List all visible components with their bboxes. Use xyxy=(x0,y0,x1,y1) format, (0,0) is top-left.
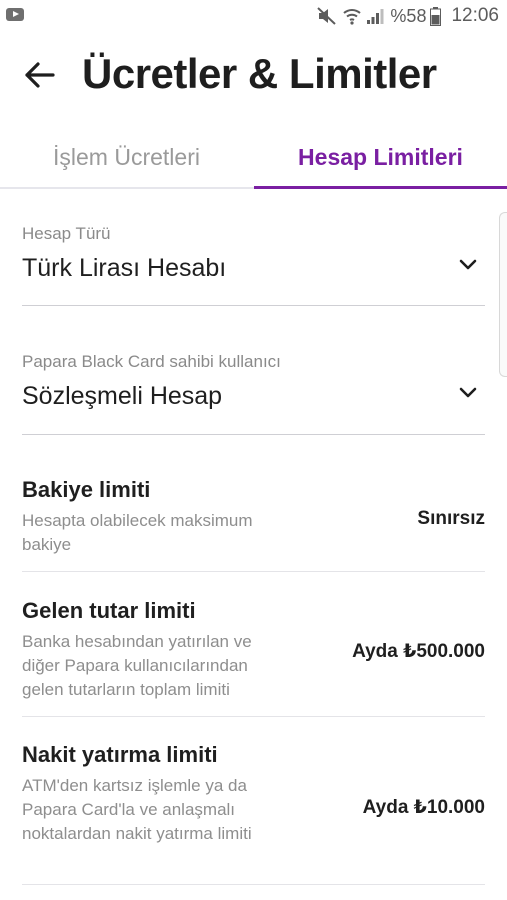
youtube-notification-icon xyxy=(6,8,24,21)
battery-icon xyxy=(430,6,442,26)
status-bar: %58 12:06 xyxy=(0,0,507,34)
limit-value: Ayda ₺10.000 xyxy=(362,797,485,818)
page-title: Ücretler & Limitler xyxy=(82,50,437,97)
scroll-indicator xyxy=(499,212,507,377)
notification-area xyxy=(6,8,24,21)
system-icons: %58 12:06 xyxy=(316,5,499,27)
limit-value: Ayda ₺500.000 xyxy=(352,641,485,662)
tab-islem-ucretleri[interactable]: İşlem Ücretleri xyxy=(0,128,253,186)
active-tab-indicator xyxy=(254,186,507,189)
mute-icon xyxy=(316,6,338,26)
signal-icon xyxy=(366,7,384,25)
chevron-down-icon xyxy=(459,259,477,270)
limit-description: ATM'den kartsız işlemle ya da Papara Car… xyxy=(22,776,252,843)
limit-description: Hesapta olabilecek maksimum bakiye xyxy=(22,511,253,554)
limit-title: Bakiye limiti xyxy=(22,477,151,502)
limit-title: Gelen tutar limiti xyxy=(22,598,196,623)
account-type-value: Türk Lirası Hesabı xyxy=(22,254,227,282)
battery-percent: %58 xyxy=(390,5,427,26)
app-header: Ücretler & Limitler xyxy=(0,42,507,112)
chevron-down-icon xyxy=(459,387,477,398)
clock: 12:06 xyxy=(451,5,499,26)
tab-hesap-limitleri[interactable]: Hesap Limitleri xyxy=(254,128,507,186)
black-card-user-label: Papara Black Card sahibi kullanıcı xyxy=(22,352,281,371)
limit-title: Nakit yatırma limiti xyxy=(22,742,218,767)
limit-row-incoming-amount: Gelen tutar limiti Banka hesabından yatı… xyxy=(22,598,485,717)
limit-value: Sınırsız xyxy=(417,508,485,529)
limit-row-cash-deposit: Nakit yatırma limiti ATM'den kartsız işl… xyxy=(22,742,485,885)
arrow-left-icon xyxy=(25,62,55,88)
account-type-label: Hesap Türü xyxy=(22,224,111,243)
account-type-dropdown[interactable]: Hesap Türü Türk Lirası Hesabı xyxy=(22,224,485,306)
limit-description: Banka hesabından yatırılan ve diğer Papa… xyxy=(22,632,252,699)
wifi-icon xyxy=(342,7,362,25)
black-card-user-dropdown[interactable]: Papara Black Card sahibi kullanıcı Sözle… xyxy=(22,352,485,435)
limit-row-balance: Bakiye limiti Hesapta olabilecek maksimu… xyxy=(22,477,485,572)
tab-bar: İşlem Ücretleri Hesap Limitleri xyxy=(0,128,507,192)
back-button[interactable] xyxy=(20,56,58,94)
black-card-user-value: Sözleşmeli Hesap xyxy=(22,382,223,410)
